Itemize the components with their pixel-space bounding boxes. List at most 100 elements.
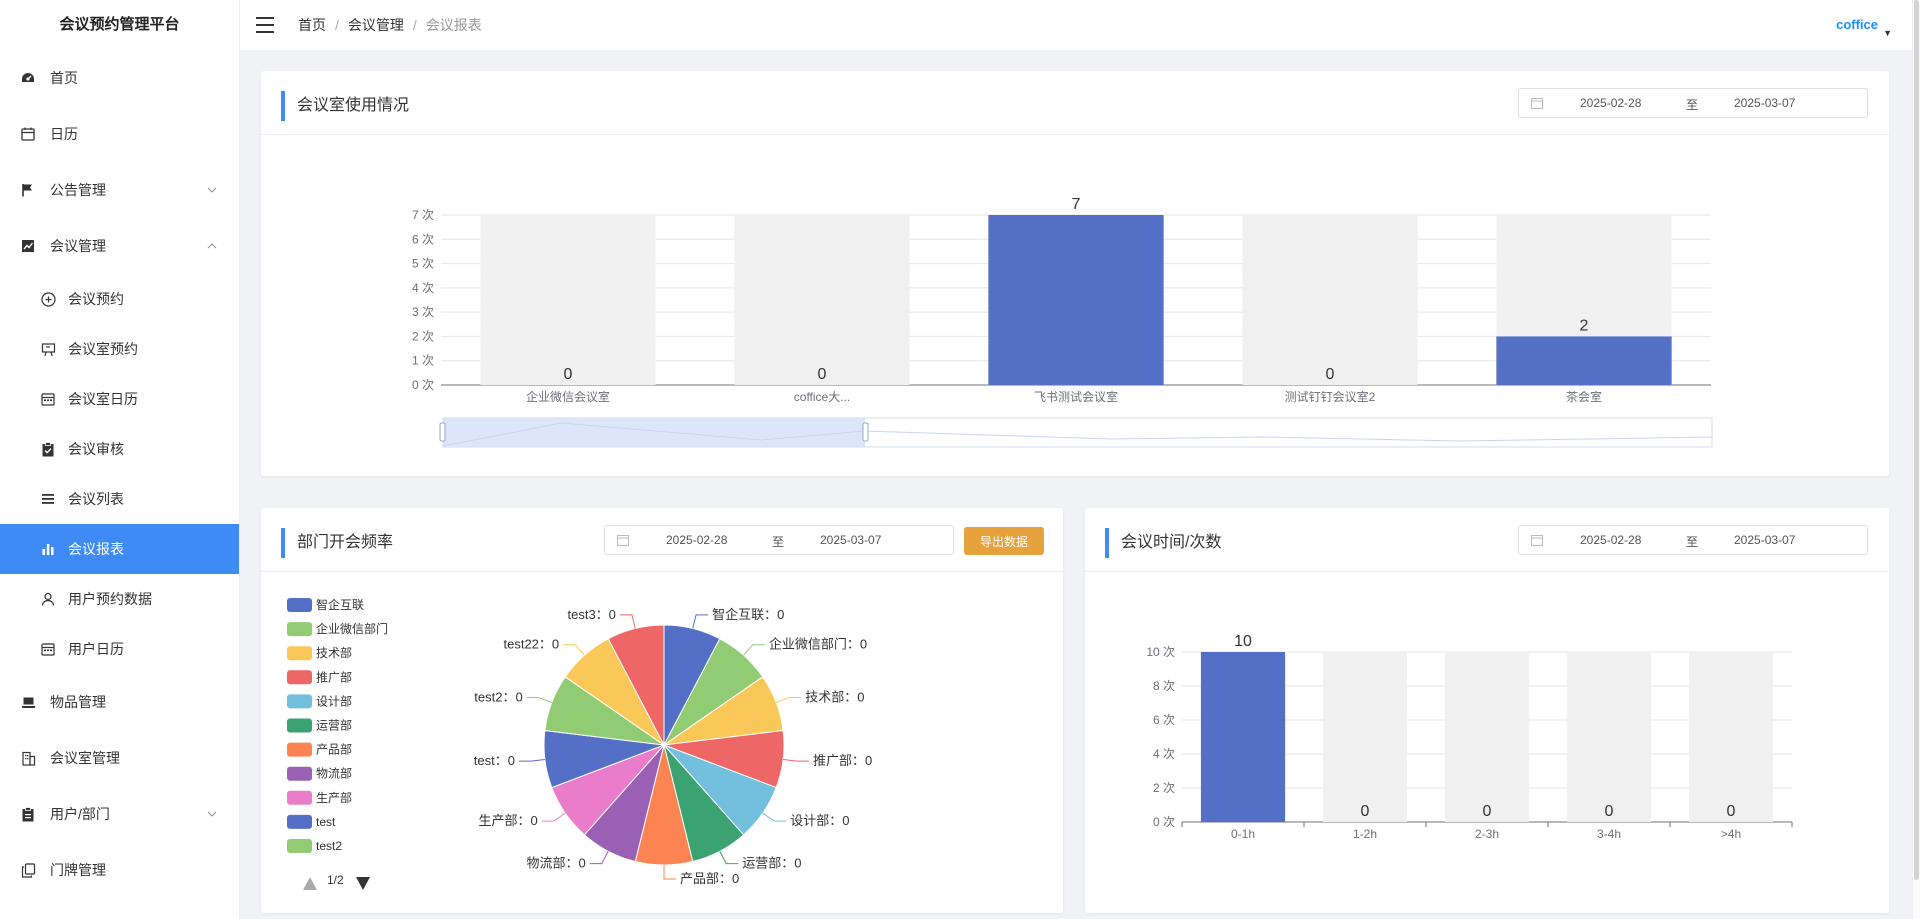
- sidebar-item-room-manage[interactable]: 会议室管理: [0, 730, 239, 786]
- pie-label: 设计部：0: [790, 813, 849, 828]
- pie-label-line: [719, 851, 739, 865]
- scrollbar-thumb[interactable]: [1914, 0, 1919, 880]
- pie-label: 生产部：0: [478, 813, 537, 828]
- x-tick-label: 1-2h: [1353, 827, 1377, 841]
- legend-label: 智企互联: [316, 597, 364, 612]
- breadcrumb-separator: /: [412, 17, 417, 33]
- sidebar-item-meeting-manage[interactable]: 会议管理: [0, 218, 239, 274]
- sidebar-item-goods[interactable]: 物品管理: [0, 674, 239, 730]
- bar: [988, 215, 1164, 385]
- sidebar-item-label: 会议报表: [68, 541, 124, 557]
- pie-label-line: [762, 812, 787, 822]
- pie-label: test22：0: [503, 637, 559, 652]
- legend-label: test2: [316, 839, 342, 853]
- sidebar-item-label: 会议室管理: [50, 750, 120, 766]
- meeting-time-chart: 0 次 2 次 4 次 6 次 8 次 10 次 10 0-1h 0 1-2h 0 2-3h 0 3-4h…: [1146, 633, 1793, 841]
- y-tick-label: 7 次: [412, 208, 434, 222]
- pie-label-line: [692, 614, 709, 629]
- app-title: 会议预约管理平台: [59, 16, 180, 33]
- top-header: 首页 / 会议管理 / 会议报表 coffice ▼: [240, 0, 1920, 50]
- legend-swatch: [287, 742, 312, 757]
- chevron-down-icon: [207, 184, 217, 196]
- legend-swatch: [287, 766, 312, 781]
- meeting-time-card: 会议时间/次数 2025-02-28 至 2025-03-07 0 次2 次4 …: [1085, 508, 1889, 913]
- sidebar-item-doorplate[interactable]: 门牌管理: [0, 842, 239, 898]
- y-tick-label: 2 次: [1153, 781, 1175, 795]
- data-label: 0: [818, 366, 827, 383]
- legend-label: 设计部: [316, 693, 352, 708]
- calendar-icon: [40, 641, 56, 657]
- pie-label: 企业微信部门：0: [769, 637, 867, 652]
- sidebar-item-user-calendar[interactable]: 用户日历: [0, 624, 239, 674]
- legend-swatch: [287, 694, 312, 709]
- legend-pager: 1/2: [327, 873, 344, 887]
- room-usage-card: 会议室使用情况 2025-02-28 至 2025-03-07 0 次1 次2 …: [261, 71, 1889, 476]
- legend-label: 运营部: [316, 718, 352, 733]
- data-label: 0: [1361, 803, 1370, 820]
- sidebar-item-meeting-review[interactable]: 会议审核: [0, 424, 239, 474]
- room-usage-chart: 0 次 1 次 2 次 3 次 4 次 5 次 6 次 7 次 0 企业微信会议室 0 coffice…: [412, 196, 1713, 448]
- caret-down-icon[interactable]: ▼: [1883, 28, 1892, 38]
- sidebar-item-room-calendar[interactable]: 会议室日历: [0, 374, 239, 424]
- dept-frequency-chart: 智企互联企业微信部门技术部推广部设计部运营部产品部物流部生产部 test test2…: [287, 597, 872, 890]
- building-icon: [20, 750, 36, 766]
- menu-toggle-icon[interactable]: [256, 17, 274, 33]
- user-name[interactable]: coffice: [1836, 17, 1878, 32]
- breadcrumb-meeting-manage[interactable]: 会议管理: [348, 15, 404, 35]
- calendar-icon: [20, 126, 36, 142]
- sidebar-item-label: 用户预约数据: [68, 591, 152, 607]
- bar-background: [1688, 652, 1774, 822]
- y-tick-label: 10 次: [1146, 645, 1175, 659]
- bar-background: [1322, 652, 1408, 822]
- copy-icon: [20, 862, 36, 878]
- y-tick-label: 4 次: [412, 281, 434, 295]
- x-tick-label: 测试钉钉会议室2: [1285, 389, 1376, 404]
- bar: [1496, 336, 1672, 385]
- x-tick-label: 2-3h: [1475, 827, 1499, 841]
- bar-chart-icon: [40, 541, 56, 557]
- y-tick-label: 2 次: [412, 329, 434, 343]
- x-tick-label: >4h: [1721, 827, 1741, 841]
- sidebar-item-meeting-report[interactable]: 会议报表: [0, 524, 239, 574]
- x-tick-label: 3-4h: [1597, 827, 1621, 841]
- sidebar-item-home[interactable]: 首页: [0, 50, 239, 106]
- sidebar-item-meeting-booking[interactable]: 会议预约: [0, 274, 239, 324]
- sidebar-item-label: 公告管理: [50, 182, 106, 198]
- legend-label: 推广部: [316, 669, 352, 684]
- x-tick-label: 飞书测试会议室: [1034, 389, 1118, 404]
- pie-label-line: [589, 851, 609, 865]
- breadcrumb-home[interactable]: 首页: [298, 15, 326, 35]
- x-tick-label: 企业微信会议室: [526, 389, 610, 404]
- legend-next-icon: [356, 877, 370, 890]
- sidebar-item-meeting-list[interactable]: 会议列表: [0, 474, 239, 524]
- data-label: 0: [1326, 366, 1335, 383]
- legend-label: 生产部: [316, 790, 352, 805]
- sidebar-item-notice[interactable]: 公告管理: [0, 162, 239, 218]
- y-tick-label: 8 次: [1153, 679, 1175, 693]
- sidebar-item-label: 会议审核: [68, 441, 124, 457]
- y-tick-label: 0 次: [1153, 815, 1175, 829]
- y-tick-label: 6 次: [412, 232, 434, 246]
- sidebar: 会议预约管理平台 首页 日历 公告管理 会议管理 会议预约 会议室预约 会议室日…: [0, 0, 240, 919]
- legend-label: 物流部: [316, 766, 352, 781]
- page-scrollbar[interactable]: [1912, 0, 1920, 919]
- sidebar-item-user-booking-data[interactable]: 用户预约数据: [0, 574, 239, 624]
- zoom-handle-right: [862, 422, 869, 442]
- data-label: 0: [1727, 803, 1736, 820]
- bar-background: [1242, 215, 1418, 385]
- data-label: 10: [1234, 633, 1252, 650]
- sidebar-item-room-booking[interactable]: 会议室预约: [0, 324, 239, 374]
- plus-circle-icon: [40, 291, 56, 307]
- pie-label: 产品部：0: [680, 871, 739, 886]
- legend-swatch: [287, 718, 312, 733]
- sidebar-item-user-dept[interactable]: 用户/部门: [0, 786, 239, 842]
- legend-prev-icon: [303, 877, 317, 890]
- pie-label: 物流部：0: [526, 856, 585, 871]
- y-tick-label: 0 次: [412, 378, 434, 392]
- pie-label-line: [563, 644, 585, 656]
- bar: [1200, 652, 1286, 822]
- pie-label-line: [776, 696, 802, 703]
- legend-label: 企业微信部门: [316, 621, 388, 636]
- chevron-down-icon: [207, 808, 217, 820]
- sidebar-item-calendar[interactable]: 日历: [0, 106, 239, 162]
